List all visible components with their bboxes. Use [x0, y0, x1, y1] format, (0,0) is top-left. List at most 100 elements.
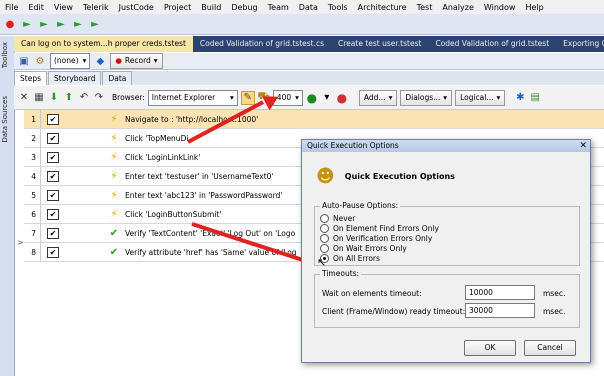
- chevron-down-icon: ▾: [388, 92, 393, 102]
- menu-help[interactable]: Help: [520, 3, 548, 12]
- menu-team[interactable]: Team: [263, 3, 294, 12]
- run-icon[interactable]: ●: [306, 91, 318, 105]
- chevron-down-icon: ▾: [153, 56, 158, 65]
- radio-element-find-errors[interactable]: On Element Find Errors Only: [320, 224, 439, 233]
- toolbox-tab[interactable]: Toolbox: [1, 42, 9, 68]
- step-checkbox[interactable]: ✔: [47, 189, 59, 201]
- cancel-button[interactable]: Cancel: [524, 340, 576, 356]
- quick-execution-options-icon[interactable]: ✎: [240, 90, 255, 105]
- play-step-icon[interactable]: ►: [38, 18, 50, 30]
- tab-document-active[interactable]: Can log on to system...h proper creds.ts…: [14, 36, 193, 52]
- radio-label: On Wait Errors Only: [333, 244, 407, 253]
- check-icon: ✔: [109, 246, 119, 258]
- play-icon[interactable]: ►: [21, 18, 33, 30]
- user-settings-icon: ☻: [316, 166, 335, 187]
- check-icon: ✔: [109, 227, 119, 239]
- logical-button-label: Logical...: [460, 92, 494, 102]
- tab-data[interactable]: Data: [102, 71, 133, 85]
- step-checkbox[interactable]: ✔: [47, 151, 59, 163]
- move-up-icon[interactable]: ⬆: [63, 92, 75, 104]
- step-checkbox[interactable]: ✔: [47, 113, 59, 125]
- radio-label: On Verification Errors Only: [333, 234, 433, 243]
- add-button[interactable]: Add... ▾: [358, 89, 398, 106]
- menu-debug[interactable]: Debug: [226, 3, 262, 12]
- menu-test[interactable]: Test: [412, 3, 438, 12]
- record-icon[interactable]: ●: [4, 18, 16, 30]
- tab-document[interactable]: Create test user.tstest: [331, 36, 428, 52]
- browser-select[interactable]: Internet Explorer ▾: [147, 89, 238, 106]
- step-description: Click 'TopMenuDi: [125, 133, 189, 143]
- radio-never[interactable]: Never: [320, 214, 355, 223]
- radio-indicator: [320, 214, 329, 223]
- tab-document[interactable]: Exporting G: [556, 36, 604, 52]
- chevron-down-icon: ▾: [295, 92, 299, 102]
- step-checkbox[interactable]: ✔: [47, 208, 59, 220]
- menu-telerik[interactable]: Telerik: [78, 3, 114, 12]
- logical-button[interactable]: Logical... ▾: [455, 89, 506, 106]
- quick-execution-options-dialog: Quick Execution Options ✕ ☻ Quick Execut…: [301, 139, 591, 363]
- radio-label: Never: [333, 214, 356, 223]
- menu-analyze[interactable]: Analyze: [437, 3, 479, 12]
- step-checkbox[interactable]: ✔: [47, 246, 59, 258]
- step-number: 8: [24, 243, 41, 261]
- menu-build[interactable]: Build: [196, 3, 226, 12]
- radio-indicator: [320, 224, 329, 233]
- menu-window[interactable]: Window: [479, 3, 521, 12]
- close-icon[interactable]: ✕: [579, 140, 587, 152]
- move-down-icon[interactable]: ⬇: [48, 92, 60, 104]
- redo-icon[interactable]: ↷: [93, 92, 105, 104]
- data-sources-tab[interactable]: Data Sources: [1, 96, 9, 143]
- stop-icon[interactable]: ●: [336, 91, 348, 105]
- record-button-label: Record: [124, 56, 151, 65]
- image-icon[interactable]: ▤: [529, 92, 541, 104]
- settings-icon[interactable]: ⚙: [34, 55, 46, 67]
- menu-tools[interactable]: Tools: [323, 3, 353, 12]
- tab-storyboard[interactable]: Storyboard: [47, 71, 102, 85]
- radio-all-errors[interactable]: On All Errors: [320, 254, 380, 263]
- chevron-down-icon: ▾: [496, 92, 501, 102]
- auto-pause-label: Auto-Pause Options:: [320, 201, 401, 210]
- auto-pause-group: Auto-Pause Options: Never On Element Fin…: [314, 201, 580, 266]
- radio-wait-errors[interactable]: On Wait Errors Only: [320, 244, 407, 253]
- delete-icon[interactable]: ✕: [18, 92, 30, 104]
- run-all-icon[interactable]: ►: [72, 18, 84, 30]
- step-checkbox[interactable]: ✔: [47, 132, 59, 144]
- document-tabs: Can log on to system...h proper creds.ts…: [14, 36, 604, 52]
- menu-edit[interactable]: Edit: [23, 3, 49, 12]
- menu-view[interactable]: View: [49, 3, 78, 12]
- tab-document[interactable]: Coded Validation of grid.tstest: [428, 36, 556, 52]
- menu-justcode[interactable]: JustCode: [114, 3, 159, 12]
- lightning-icon: ⚡: [110, 170, 118, 182]
- ok-button[interactable]: OK: [464, 340, 516, 356]
- dialog-heading: Quick Execution Options: [344, 172, 455, 181]
- recorder-icon[interactable]: ◆: [94, 55, 106, 67]
- run-list-icon[interactable]: ►: [55, 18, 67, 30]
- record-button[interactable]: ● Record ▾: [110, 53, 163, 69]
- menu-file[interactable]: File: [0, 3, 23, 12]
- menu-data[interactable]: Data: [294, 3, 323, 12]
- save-icon[interactable]: ▣: [18, 55, 30, 67]
- tab-document[interactable]: Coded Validation of grid.tstest.cs: [193, 36, 331, 52]
- radio-verification-errors[interactable]: On Verification Errors Only: [320, 234, 432, 243]
- settings-icon[interactable]: ✱: [514, 92, 526, 104]
- table-row[interactable]: 1 ✔ ⚡ Navigate to : 'http://localhost:10…: [24, 110, 604, 129]
- dropdown-icon[interactable]: ▾: [321, 92, 333, 104]
- wait-timeout-input[interactable]: 10000: [465, 285, 535, 300]
- step-number: 5: [24, 186, 41, 204]
- menu-project[interactable]: Project: [159, 3, 196, 12]
- undo-icon[interactable]: ↶: [78, 92, 90, 104]
- view-tabs: Steps Storyboard Data: [14, 71, 604, 85]
- radio-indicator: [320, 244, 329, 253]
- client-timeout-input[interactable]: 30000: [465, 303, 535, 318]
- record-dot-icon: ●: [115, 56, 122, 65]
- tab-steps[interactable]: Steps: [14, 71, 47, 85]
- step-checkbox[interactable]: ✔: [47, 227, 59, 239]
- step-number: 1: [24, 110, 41, 128]
- menu-architecture[interactable]: Architecture: [353, 3, 412, 12]
- debug-icon[interactable]: ►: [89, 18, 101, 30]
- dialogs-button[interactable]: Dialogs... ▾: [400, 89, 453, 106]
- step-checkbox[interactable]: ✔: [47, 170, 59, 182]
- none-select[interactable]: (none) ▾: [50, 53, 91, 69]
- grid-icon[interactable]: ▦: [33, 92, 45, 104]
- dialog-header: ☻ Quick Execution Options: [316, 166, 455, 187]
